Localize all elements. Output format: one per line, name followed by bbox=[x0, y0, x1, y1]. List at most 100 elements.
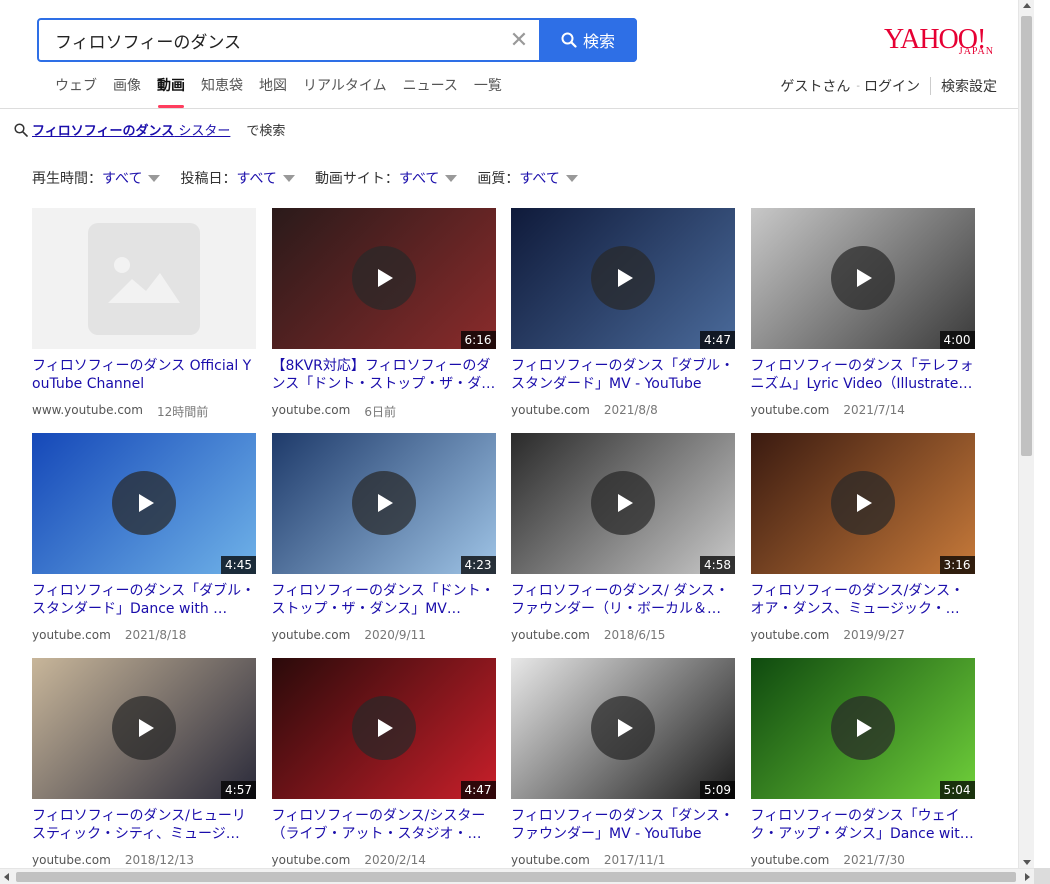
filter-bar: 再生時間： すべて 投稿日： すべて 動画サイト： すべて 画質： すべて bbox=[32, 168, 598, 188]
video-thumbnail[interactable]: 3:16 bbox=[750, 433, 975, 574]
video-site: youtube.com bbox=[750, 853, 830, 867]
video-duration: 5:04 bbox=[939, 781, 975, 799]
scroll-thumb[interactable] bbox=[1021, 16, 1032, 456]
filter-value: すべて bbox=[102, 171, 143, 187]
tab-5[interactable]: リアルタイム bbox=[303, 76, 387, 108]
video-card[interactable]: 4:45 フィロソフィーのダンス「ダブル・スタンダード」Dance with … y… bbox=[32, 433, 256, 658]
video-thumbnail[interactable] bbox=[32, 208, 256, 349]
video-thumbnail[interactable]: 4:57 bbox=[32, 658, 256, 799]
play-icon[interactable] bbox=[351, 696, 416, 760]
horizontal-scrollbar[interactable] bbox=[0, 868, 1034, 884]
tab-6[interactable]: ニュース bbox=[403, 76, 458, 108]
video-title-link[interactable]: フィロソフィーのダンス/ ダンス・ファウンダー（リ・ボーカル＆… bbox=[511, 582, 735, 618]
filter-1[interactable]: 投稿日： すべて bbox=[180, 168, 295, 188]
video-thumbnail[interactable]: 4:47 bbox=[511, 208, 735, 349]
video-title-link[interactable]: フィロソフィーのダンス「テレフォニズム」Lyric Video（Illustra… bbox=[751, 357, 975, 393]
video-thumbnail[interactable]: 4:00 bbox=[750, 208, 975, 349]
video-thumbnail[interactable]: 4:45 bbox=[32, 433, 256, 574]
scroll-right-icon[interactable] bbox=[1025, 873, 1030, 881]
video-thumbnail[interactable]: 4:47 bbox=[271, 658, 496, 799]
video-title-link[interactable]: フィロソフィーのダンス「ドント・ストップ・ザ・ダンス」MV… bbox=[272, 582, 496, 618]
search-button[interactable]: 検索 bbox=[539, 18, 637, 62]
video-card[interactable]: 4:00 フィロソフィーのダンス「テレフォニズム」Lyric Video（Illu… bbox=[750, 208, 975, 433]
video-date: 2017/11/1 bbox=[603, 853, 666, 867]
tab-3[interactable]: 知恵袋 bbox=[201, 76, 243, 108]
video-meta: youtube.com 2021/8/8 bbox=[511, 403, 735, 417]
video-title-link[interactable]: フィロソフィーのダンス/ダンス・オア・ダンス、ミュージック・… bbox=[751, 582, 975, 618]
separator-dash: - bbox=[856, 80, 860, 92]
video-card[interactable]: 3:16 フィロソフィーのダンス/ダンス・オア・ダンス、ミュージック・… youtu… bbox=[750, 433, 975, 658]
suggest-query: フィロソフィーのダンス bbox=[32, 124, 175, 139]
video-card[interactable]: 4:47 フィロソフィーのダンス「ダブル・スタンダード」MV - YouTube y… bbox=[511, 208, 735, 433]
video-title-link[interactable]: フィロソフィーのダンス Official YouTube Channel bbox=[32, 357, 256, 393]
play-icon[interactable] bbox=[830, 246, 895, 310]
video-results-grid: フィロソフィーのダンス Official YouTube Channel www.… bbox=[32, 208, 975, 868]
video-card[interactable]: 4:23 フィロソフィーのダンス「ドント・ストップ・ザ・ダンス」MV… youtub… bbox=[271, 433, 496, 658]
filter-0[interactable]: 再生時間： すべて bbox=[32, 168, 161, 188]
tab-7[interactable]: 一覧 bbox=[474, 76, 502, 108]
search-icon bbox=[561, 32, 577, 48]
video-card[interactable]: 5:04 フィロソフィーのダンス「ウェイク・アップ・ダンス」Dance wit… y… bbox=[750, 658, 975, 868]
play-icon[interactable] bbox=[112, 696, 176, 760]
video-title-link[interactable]: 【8KVR対応】フィロソフィーのダンス「ドント・ストップ・ザ・ダンス」… bbox=[272, 357, 496, 393]
play-icon[interactable] bbox=[351, 246, 416, 310]
video-card[interactable]: 4:47 フィロソフィーのダンス/シスター（ライブ・アット・スタジオ・… youtu… bbox=[271, 658, 496, 868]
search-settings-link[interactable]: 検索設定 bbox=[941, 76, 997, 96]
filter-value: すべて bbox=[398, 171, 440, 187]
scroll-down-icon[interactable] bbox=[1023, 860, 1031, 865]
video-card[interactable]: 5:09 フィロソフィーのダンス「ダンス・ファウンダー」MV - YouTube y… bbox=[511, 658, 735, 868]
suggest-link[interactable]: フィロソフィーのダンス シスター bbox=[32, 120, 230, 139]
logo-sub: JAPAN bbox=[958, 46, 994, 57]
tab-1[interactable]: 画像 bbox=[113, 76, 141, 108]
video-thumbnail[interactable]: 5:09 bbox=[511, 658, 735, 799]
user-area: ゲストさん - ログイン 検索設定 bbox=[780, 76, 997, 96]
video-thumbnail[interactable]: 5:04 bbox=[750, 658, 975, 799]
play-icon[interactable] bbox=[112, 471, 176, 535]
video-duration: 4:45 bbox=[221, 556, 256, 574]
video-duration: 6:16 bbox=[460, 331, 496, 349]
search-input[interactable] bbox=[39, 20, 499, 60]
tab-2[interactable]: 動画 bbox=[157, 76, 185, 108]
vertical-scrollbar[interactable] bbox=[1018, 0, 1034, 868]
video-date: 2021/7/14 bbox=[843, 403, 905, 417]
scroll-left-icon[interactable] bbox=[4, 873, 9, 881]
login-link[interactable]: ログイン bbox=[864, 76, 920, 96]
video-card[interactable]: 4:58 フィロソフィーのダンス/ ダンス・ファウンダー（リ・ボーカル＆… yout… bbox=[511, 433, 735, 658]
video-meta: www.youtube.com 12時間前 bbox=[32, 403, 256, 420]
play-icon[interactable] bbox=[591, 246, 655, 310]
video-card[interactable]: 6:16 【8KVR対応】フィロソフィーのダンス「ドント・ストップ・ザ・ダンス」…… bbox=[271, 208, 496, 433]
video-title-link[interactable]: フィロソフィーのダンス「ウェイク・アップ・ダンス」Dance wit… bbox=[751, 807, 975, 843]
video-site: youtube.com bbox=[750, 403, 830, 417]
video-date: 2020/2/14 bbox=[364, 853, 426, 867]
play-icon[interactable] bbox=[351, 471, 416, 535]
play-icon[interactable] bbox=[591, 696, 655, 760]
video-card[interactable]: 4:57 フィロソフィーのダンス/ヒューリスティック・シティ、ミュージ… youtu… bbox=[32, 658, 256, 868]
video-title-link[interactable]: フィロソフィーのダンス/シスター（ライブ・アット・スタジオ・… bbox=[272, 807, 496, 843]
video-title-link[interactable]: フィロソフィーのダンス/ヒューリスティック・シティ、ミュージ… bbox=[32, 807, 256, 843]
video-site: youtube.com bbox=[271, 853, 351, 867]
video-meta: youtube.com 2017/11/1 bbox=[511, 853, 735, 867]
header-divider bbox=[0, 108, 1034, 109]
scroll-up-icon[interactable] bbox=[1023, 3, 1031, 8]
play-icon[interactable] bbox=[591, 471, 655, 535]
tab-0[interactable]: ウェブ bbox=[55, 76, 97, 108]
video-meta: youtube.com 2020/2/14 bbox=[272, 853, 496, 867]
video-thumbnail[interactable]: 4:23 bbox=[271, 433, 496, 574]
clear-search-button[interactable]: ✕ bbox=[499, 20, 539, 60]
video-thumbnail[interactable]: 4:58 bbox=[511, 433, 735, 574]
video-meta: youtube.com 2019/9/27 bbox=[751, 628, 975, 642]
scroll-thumb-horizontal[interactable] bbox=[16, 872, 1016, 882]
filter-2[interactable]: 動画サイト： すべて bbox=[315, 168, 458, 188]
filter-3[interactable]: 画質： すべて bbox=[477, 168, 578, 188]
video-title-link[interactable]: フィロソフィーのダンス「ダブル・スタンダード」MV - YouTube bbox=[511, 357, 735, 393]
yahoo-japan-logo[interactable]: YAHOO! JAPAN bbox=[884, 26, 998, 58]
video-title-link[interactable]: フィロソフィーのダンス「ダンス・ファウンダー」MV - YouTube bbox=[511, 807, 735, 843]
play-icon[interactable] bbox=[830, 471, 895, 535]
play-icon[interactable] bbox=[830, 696, 895, 760]
video-title-link[interactable]: フィロソフィーのダンス「ダブル・スタンダード」Dance with … bbox=[32, 582, 256, 618]
video-card[interactable]: フィロソフィーのダンス Official YouTube Channel www.… bbox=[32, 208, 256, 433]
video-thumbnail[interactable]: 6:16 bbox=[271, 208, 496, 349]
video-meta: youtube.com 2021/8/18 bbox=[32, 628, 256, 642]
chevron-down-icon bbox=[445, 174, 458, 182]
tab-4[interactable]: 地図 bbox=[259, 76, 287, 108]
